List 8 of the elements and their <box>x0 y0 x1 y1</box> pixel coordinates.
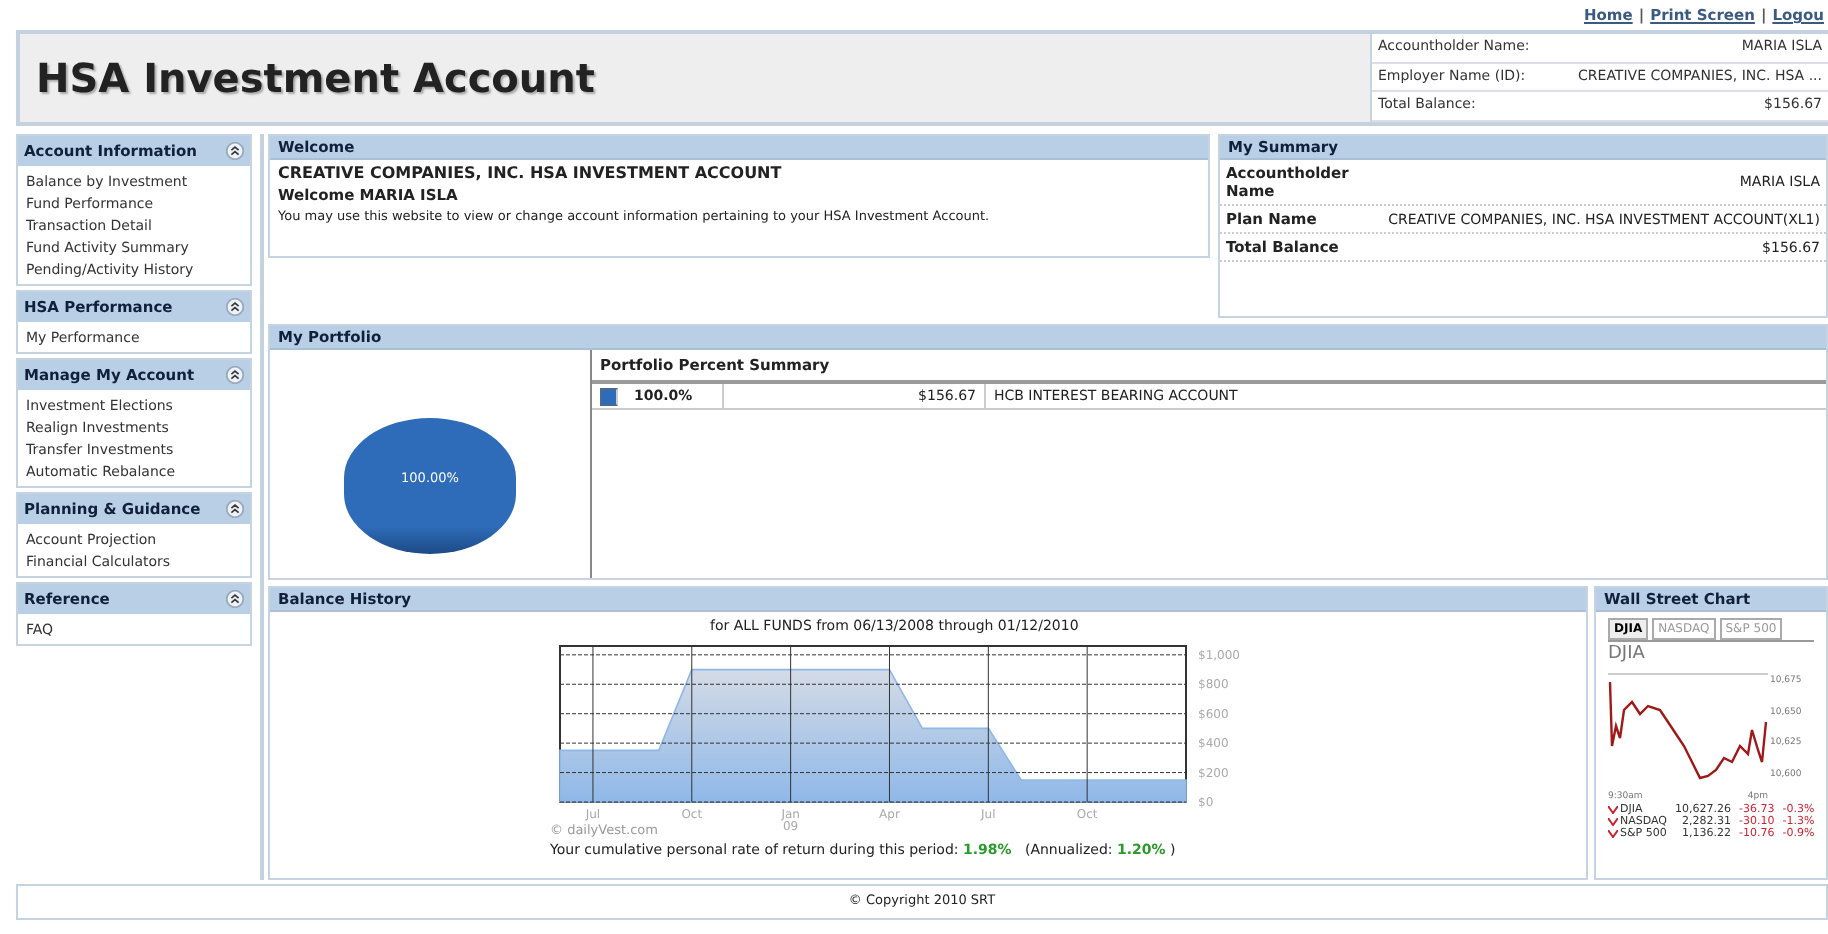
page-title: HSA Investment Account <box>34 52 595 106</box>
collapse-icon[interactable] <box>226 590 244 608</box>
plan-heading: CREATIVE COMPANIES, INC. HSA INVESTMENT ACCOUNT <box>278 164 784 182</box>
collapse-icon[interactable] <box>226 500 244 518</box>
chart-title: DJIA <box>1608 644 1647 664</box>
collapse-icon[interactable] <box>226 142 244 160</box>
collapse-icon[interactable] <box>226 298 244 316</box>
collapse-icon[interactable] <box>226 366 244 384</box>
